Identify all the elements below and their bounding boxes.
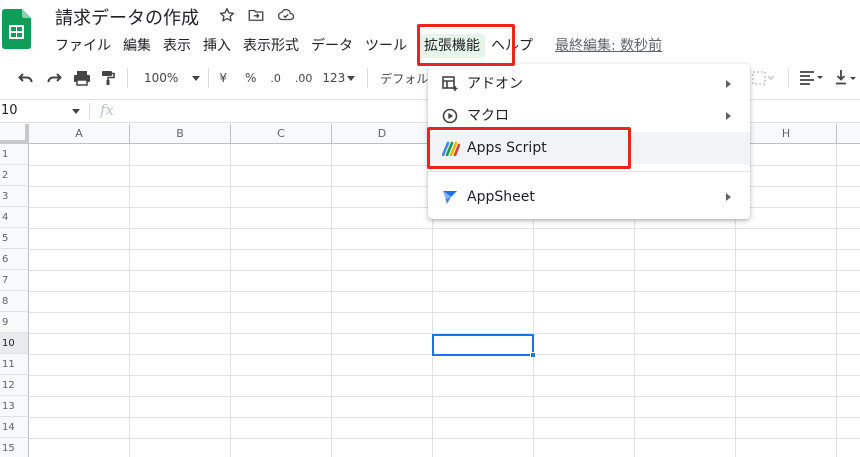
menu-divider — [428, 171, 750, 172]
submenu-arrow-icon — [726, 193, 731, 201]
row-header-11[interactable]: 11 — [0, 354, 29, 375]
column-header-d[interactable]: D — [332, 124, 433, 144]
paint-format-icon[interactable] — [101, 70, 115, 86]
zoom-value: 100% — [144, 71, 179, 85]
menu-item-label: アドオン — [467, 76, 523, 92]
merge-cells-icon[interactable] — [752, 71, 774, 85]
cloud-status-icon[interactable] — [276, 6, 296, 24]
row-header-12[interactable]: 12 — [0, 375, 29, 396]
increase-decimal-button[interactable]: .00 — [295, 72, 313, 85]
menu-item-label: Apps Script — [467, 140, 547, 156]
grid-line — [29, 312, 860, 313]
more-formats-button[interactable]: 123 — [322, 71, 356, 85]
decrease-decimal-button[interactable]: .0 — [270, 72, 281, 85]
horizontal-align-icon[interactable] — [800, 71, 824, 85]
percent-format-button[interactable]: % — [245, 71, 256, 85]
row-header-6[interactable]: 6 — [0, 249, 29, 270]
column-header-h[interactable]: H — [736, 124, 837, 144]
grid-line — [29, 270, 860, 271]
row-header-3[interactable]: 3 — [0, 186, 29, 207]
menu-item-appsheet[interactable]: AppSheet — [428, 181, 750, 213]
menu-item-addons[interactable]: アドオン — [428, 68, 750, 100]
menu-tools[interactable]: ツール — [365, 34, 413, 58]
apps-script-icon — [441, 140, 461, 157]
row-header-1[interactable]: 1 — [0, 144, 29, 165]
print-icon[interactable] — [73, 70, 91, 86]
row-header-4[interactable]: 4 — [0, 207, 29, 228]
fx-icon: fx — [100, 101, 115, 119]
redo-icon[interactable] — [46, 71, 62, 85]
menu-file[interactable]: ファイル — [55, 34, 117, 58]
selected-cell[interactable] — [432, 334, 534, 356]
menu-insert[interactable]: 挿入 — [203, 34, 237, 58]
grid-line — [129, 144, 130, 457]
row-header-10[interactable]: 10 — [0, 333, 29, 354]
submenu-arrow-icon — [726, 112, 731, 120]
fill-handle[interactable] — [530, 352, 536, 358]
row-header-15[interactable]: 15 — [0, 438, 29, 457]
grid-line — [29, 228, 860, 229]
grid-line — [29, 249, 860, 250]
toolbar-divider — [127, 68, 128, 88]
toolbar-divider — [208, 68, 210, 88]
grid-line — [836, 144, 837, 457]
select-all-corner[interactable] — [0, 124, 29, 144]
menu-format[interactable]: 表示形式 — [243, 34, 305, 58]
toolbar-divider — [367, 68, 369, 88]
column-header-b[interactable]: B — [130, 124, 231, 144]
menu-item-label: AppSheet — [467, 189, 535, 205]
row-header-2[interactable]: 2 — [0, 165, 29, 186]
row-header-5[interactable]: 5 — [0, 228, 29, 249]
zoom-select[interactable]: 100% — [144, 71, 201, 85]
menu-edit[interactable]: 編集 — [123, 34, 157, 58]
grid-line — [29, 396, 860, 397]
currency-format-button[interactable]: ¥ — [219, 71, 227, 85]
move-folder-icon[interactable] — [247, 6, 265, 24]
grid-line — [331, 144, 332, 457]
menu-item-macros[interactable]: マクロ — [428, 100, 750, 132]
star-icon[interactable] — [218, 6, 236, 24]
submenu-arrow-icon — [726, 80, 731, 88]
grid-line — [29, 291, 860, 292]
row-header-7[interactable]: 7 — [0, 270, 29, 291]
toolbar-divider — [788, 68, 789, 88]
menu-data[interactable]: データ — [311, 34, 359, 58]
formula-divider — [89, 103, 90, 119]
chevron-down-icon — [192, 75, 201, 81]
decrease-decimal-label: .0 — [270, 71, 281, 85]
menu-help[interactable]: ヘルプ — [491, 34, 539, 58]
grid-line — [29, 375, 860, 376]
grid-line — [230, 144, 231, 457]
row-header-8[interactable]: 8 — [0, 291, 29, 312]
menu-item-apps-script[interactable]: Apps Script — [428, 132, 750, 164]
appsheet-icon — [442, 189, 458, 205]
sheets-logo-icon[interactable] — [2, 9, 31, 49]
row-header-9[interactable]: 9 — [0, 312, 29, 333]
chevron-down-icon — [347, 75, 356, 81]
undo-icon[interactable] — [18, 71, 34, 85]
more-formats-label: 123 — [322, 71, 346, 85]
extensions-dropdown-menu: アドオン マクロ Apps Script AppSheet — [428, 64, 750, 219]
grid-line — [29, 438, 860, 439]
menu-item-label: マクロ — [467, 108, 509, 124]
menu-view[interactable]: 表示 — [163, 34, 197, 58]
addon-icon — [442, 76, 458, 92]
menu-extensions[interactable]: 拡張機能 — [419, 34, 485, 58]
column-header-a[interactable]: A — [29, 124, 130, 144]
document-title[interactable]: 請求データの作成 — [55, 4, 199, 30]
macro-play-icon — [442, 108, 458, 124]
grid-line — [29, 417, 860, 418]
column-header-c[interactable]: C — [231, 124, 332, 144]
row-header-14[interactable]: 14 — [0, 417, 29, 438]
font-select[interactable]: デフォル — [380, 70, 428, 87]
last-edit-link[interactable]: 最終編集: 数秒前 — [555, 34, 662, 58]
row-header-13[interactable]: 13 — [0, 396, 29, 417]
increase-decimal-label: .00 — [294, 71, 313, 85]
chevron-down-icon[interactable] — [72, 109, 80, 114]
menu-bar: ファイル 編集 表示 挿入 表示形式 データ ツール 拡張機能 ヘルプ 最終編集… — [55, 34, 662, 58]
vertical-align-icon[interactable] — [836, 70, 858, 86]
